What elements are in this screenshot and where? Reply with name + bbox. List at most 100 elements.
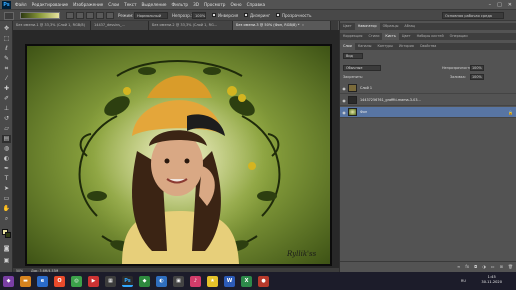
menu-3d[interactable]: 3D: [193, 2, 199, 7]
fill-field[interactable]: 100%: [470, 74, 484, 80]
tab-brush-presets[interactable]: Наборы кистей: [414, 33, 447, 40]
adjustment-layer-icon[interactable]: ◑: [482, 264, 486, 269]
screen-mode-icon[interactable]: ▣: [2, 257, 11, 265]
language-indicator[interactable]: RU: [461, 279, 466, 283]
tab-layers[interactable]: Слои: [340, 43, 355, 50]
clock[interactable]: 1:45 30.11.2020: [481, 275, 502, 285]
hand-tool-icon[interactable]: ✋: [2, 205, 11, 213]
angle-gradient-button[interactable]: [86, 12, 94, 19]
pink-app-icon[interactable]: ♪: [190, 275, 201, 287]
visibility-eye-icon[interactable]: ◉: [340, 86, 348, 91]
photoshop-taskbar-icon[interactable]: Ps: [122, 275, 133, 287]
transparency-checkbox[interactable]: [276, 13, 280, 17]
layer-row[interactable]: ◉ Слой 1: [340, 83, 516, 94]
link-layers-icon[interactable]: ∞: [457, 264, 460, 269]
start-icon[interactable]: ◆: [3, 275, 14, 287]
close-tab-icon[interactable]: ×: [301, 21, 304, 30]
opera-icon[interactable]: O: [54, 275, 65, 287]
move-tool-icon[interactable]: ✥: [2, 25, 11, 33]
new-group-icon[interactable]: ▭: [491, 264, 495, 269]
menu-type[interactable]: Текст: [124, 2, 136, 7]
type-tool-icon[interactable]: T: [2, 175, 11, 183]
crop-tool-icon[interactable]: ⌗: [2, 65, 11, 73]
dither-checkbox[interactable]: [244, 13, 248, 17]
blend-mode-select[interactable]: Обычные: [343, 65, 381, 71]
tab-actions[interactable]: Операции: [447, 33, 471, 40]
yellow-app-icon[interactable]: ★: [207, 275, 218, 287]
menu-image[interactable]: Изображение: [73, 2, 103, 7]
healing-brush-tool-icon[interactable]: ✚: [2, 85, 11, 93]
tab-styles[interactable]: Стили: [365, 33, 382, 40]
close-icon[interactable]: ✕: [508, 2, 512, 8]
menu-help[interactable]: Справка: [247, 2, 265, 7]
blur-tool-icon[interactable]: ◍: [2, 145, 11, 153]
opacity-field[interactable]: 100%: [192, 12, 206, 19]
layer-row-selected[interactable]: ◉ Фон 🔒: [340, 107, 516, 118]
folder-icon[interactable]: ▬: [20, 275, 31, 287]
document-canvas[interactable]: Ryllik'ss: [25, 44, 332, 266]
menu-select[interactable]: Выделение: [142, 2, 167, 7]
tab-swatches[interactable]: Образцы: [380, 23, 402, 30]
visibility-eye-icon[interactable]: ◉: [340, 110, 348, 115]
add-mask-icon[interactable]: ◘: [474, 264, 477, 269]
gradient-picker[interactable]: [20, 12, 60, 19]
eyedropper-tool-icon[interactable]: ⁄: [2, 75, 11, 83]
menu-edit[interactable]: Редактирование: [32, 2, 69, 7]
lasso-tool-icon[interactable]: ℓ: [2, 45, 11, 53]
menu-filter[interactable]: Фильтр: [172, 2, 189, 7]
maximize-icon[interactable]: □: [497, 2, 502, 8]
tab-history[interactable]: История: [396, 43, 417, 50]
tab-adjustments[interactable]: Коррекция: [340, 33, 365, 40]
tab-paragraph[interactable]: Абзац: [401, 23, 418, 30]
brush-tool-icon[interactable]: ✐: [2, 95, 11, 103]
dodge-tool-icon[interactable]: ◐: [2, 155, 11, 163]
minimize-icon[interactable]: –: [489, 2, 492, 8]
viewer-icon[interactable]: ▣: [173, 275, 184, 287]
browser-icon[interactable]: e: [37, 275, 48, 287]
layer-filter-select[interactable]: Вид: [343, 53, 363, 59]
invert-checkbox[interactable]: [212, 13, 216, 17]
new-layer-icon[interactable]: ⊞: [500, 264, 503, 269]
zoom-tool-icon[interactable]: ⌕: [2, 215, 11, 223]
tab-document-3[interactable]: Без имени-2 @ 33,3% (Слой 1, RG...: [149, 21, 233, 30]
layer-row[interactable]: ◉ 14437256761_graffiti-mama-3-03...: [340, 95, 516, 106]
diamond-gradient-button[interactable]: [106, 12, 114, 19]
tab-channels[interactable]: Каналы: [355, 43, 375, 50]
blue-app-icon[interactable]: ◐: [156, 275, 167, 287]
red-app-icon[interactable]: ●: [258, 275, 269, 287]
tab-navigator[interactable]: Навигатор: [354, 23, 380, 30]
layer-opacity-field[interactable]: 100%: [470, 65, 484, 71]
visibility-eye-icon[interactable]: ◉: [340, 98, 348, 103]
pen-tool-icon[interactable]: ✒: [2, 165, 11, 173]
menu-view[interactable]: Просмотр: [204, 2, 226, 7]
tab-properties[interactable]: Свойства: [417, 43, 440, 50]
word-icon[interactable]: W: [224, 275, 235, 287]
tab-document-4[interactable]: Без имени-3 @ 50% (Фон, RGB/8) * ×: [233, 21, 331, 30]
shape-tool-icon[interactable]: ▭: [2, 195, 11, 203]
mode-select[interactable]: Нормальный: [134, 12, 168, 19]
radial-gradient-button[interactable]: [76, 12, 84, 19]
tab-color-2[interactable]: Цвет: [399, 33, 414, 40]
chrome-icon[interactable]: ◎: [71, 275, 82, 287]
app-icon[interactable]: ▦: [105, 275, 116, 287]
tab-document-2[interactable]: 14437_dessins_...: [91, 21, 149, 30]
green-app-icon[interactable]: ◆: [139, 275, 150, 287]
marquee-tool-icon[interactable]: ⬚: [2, 35, 11, 43]
tab-color[interactable]: Цвет: [340, 23, 355, 30]
menu-file[interactable]: Файл: [15, 2, 27, 7]
tab-paths[interactable]: Контуры: [374, 43, 396, 50]
quick-mask-icon[interactable]: ◙: [2, 245, 11, 253]
gradient-tool-icon[interactable]: ▤: [2, 135, 11, 143]
delete-layer-icon[interactable]: 🗑: [508, 264, 513, 269]
workspace-select[interactable]: Основная рабочая среда: [442, 12, 504, 19]
reflected-gradient-button[interactable]: [96, 12, 104, 19]
tab-document-1[interactable]: Без имени-1 @ 33,3% (Слой 1, RGB/8): [13, 21, 91, 30]
menu-layers[interactable]: Слои: [108, 2, 119, 7]
excel-icon[interactable]: X: [241, 275, 252, 287]
clone-stamp-tool-icon[interactable]: ⊥: [2, 105, 11, 113]
history-brush-tool-icon[interactable]: ↺: [2, 115, 11, 123]
path-select-tool-icon[interactable]: ➤: [2, 185, 11, 193]
layer-style-icon[interactable]: fx: [465, 264, 469, 269]
gradient-tool-preset-icon[interactable]: [4, 12, 14, 20]
media-icon[interactable]: ▶: [88, 275, 99, 287]
